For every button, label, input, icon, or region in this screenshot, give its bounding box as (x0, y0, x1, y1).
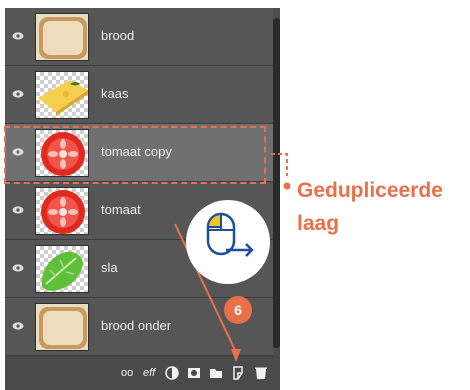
arrow-head-icon (231, 349, 241, 362)
step-number-badge: 6 (224, 296, 252, 324)
callout-line-2: laag (297, 212, 340, 235)
mouse-click-badge (186, 200, 270, 284)
callout-line-1: Gedupliceerde (297, 179, 443, 202)
mouse-click-icon (206, 212, 254, 257)
callout-connector (271, 153, 288, 176)
callout-label: Gedupliceerde laag (297, 174, 443, 240)
callout-dot (283, 182, 291, 190)
